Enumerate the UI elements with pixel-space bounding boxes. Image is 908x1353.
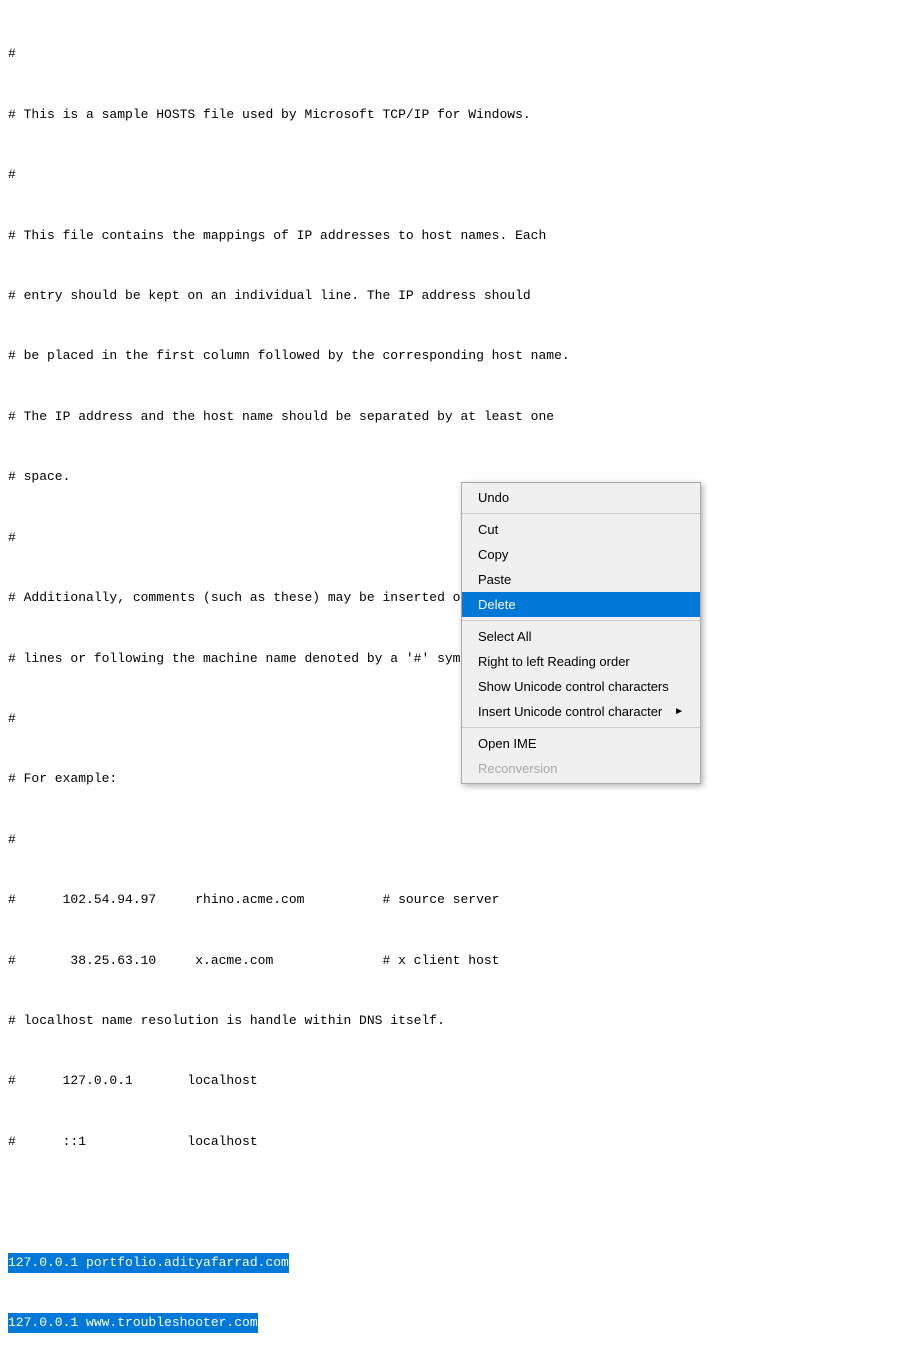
line-3: # bbox=[8, 165, 900, 185]
line-10: # Additionally, comments (such as these)… bbox=[8, 588, 900, 608]
menu-item-show-unicode-label: Show Unicode control characters bbox=[478, 679, 669, 694]
menu-item-show-unicode[interactable]: Show Unicode control characters bbox=[462, 674, 700, 699]
line-2: # This is a sample HOSTS file used by Mi… bbox=[8, 105, 900, 125]
menu-item-reconversion-label: Reconversion bbox=[478, 761, 558, 776]
menu-item-delete[interactable]: Delete bbox=[462, 592, 700, 617]
menu-item-paste-label: Paste bbox=[478, 572, 511, 587]
menu-separator-3 bbox=[462, 727, 700, 728]
menu-separator-1 bbox=[462, 513, 700, 514]
line-11: # lines or following the machine name de… bbox=[8, 649, 900, 669]
line-9: # bbox=[8, 528, 900, 548]
line-19: # ::1 localhost bbox=[8, 1132, 900, 1152]
menu-separator-2 bbox=[462, 620, 700, 621]
context-menu: Undo Cut Copy Paste Delete Select All Ri… bbox=[461, 482, 701, 784]
line-6: # be placed in the first column followed… bbox=[8, 346, 900, 366]
line-1: # bbox=[8, 44, 900, 64]
line-12: # bbox=[8, 709, 900, 729]
line-4: # This file contains the mappings of IP … bbox=[8, 226, 900, 246]
menu-item-insert-unicode-label: Insert Unicode control character bbox=[478, 704, 662, 719]
menu-item-rtl[interactable]: Right to left Reading order bbox=[462, 649, 700, 674]
menu-item-select-all-label: Select All bbox=[478, 629, 531, 644]
text-editor[interactable]: # # This is a sample HOSTS file used by … bbox=[0, 0, 908, 748]
line-5: # entry should be kept on an individual … bbox=[8, 286, 900, 306]
line-15: # 102.54.94.97 rhino.acme.com # source s… bbox=[8, 890, 900, 910]
menu-item-paste[interactable]: Paste bbox=[462, 567, 700, 592]
menu-item-cut-label: Cut bbox=[478, 522, 498, 537]
menu-item-reconversion: Reconversion bbox=[462, 756, 700, 781]
menu-item-copy-label: Copy bbox=[478, 547, 508, 562]
menu-item-cut[interactable]: Cut bbox=[462, 517, 700, 542]
line-18: # 127.0.0.1 localhost bbox=[8, 1071, 900, 1091]
submenu-arrow-icon: ► bbox=[674, 706, 684, 717]
menu-item-insert-unicode[interactable]: Insert Unicode control character ► bbox=[462, 699, 700, 724]
line-17: # localhost name resolution is handle wi… bbox=[8, 1011, 900, 1031]
line-20 bbox=[8, 1192, 900, 1212]
menu-item-copy[interactable]: Copy bbox=[462, 542, 700, 567]
line-selected-1: 127.0.0.1 portfolio.adityafarrad.com bbox=[8, 1253, 900, 1273]
line-selected-2: 127.0.0.1 www.troubleshooter.com bbox=[8, 1313, 900, 1333]
menu-item-open-ime[interactable]: Open IME bbox=[462, 731, 700, 756]
line-7: # The IP address and the host name shoul… bbox=[8, 407, 900, 427]
menu-item-rtl-label: Right to left Reading order bbox=[478, 654, 630, 669]
line-14: # bbox=[8, 830, 900, 850]
line-8: # space. bbox=[8, 467, 900, 487]
line-16: # 38.25.63.10 x.acme.com # x client host bbox=[8, 951, 900, 971]
menu-item-undo-label: Undo bbox=[478, 490, 509, 505]
menu-item-delete-label: Delete bbox=[478, 597, 516, 612]
menu-item-open-ime-label: Open IME bbox=[478, 736, 537, 751]
menu-item-select-all[interactable]: Select All bbox=[462, 624, 700, 649]
line-13: # For example: bbox=[8, 769, 900, 789]
menu-item-undo[interactable]: Undo bbox=[462, 485, 700, 510]
